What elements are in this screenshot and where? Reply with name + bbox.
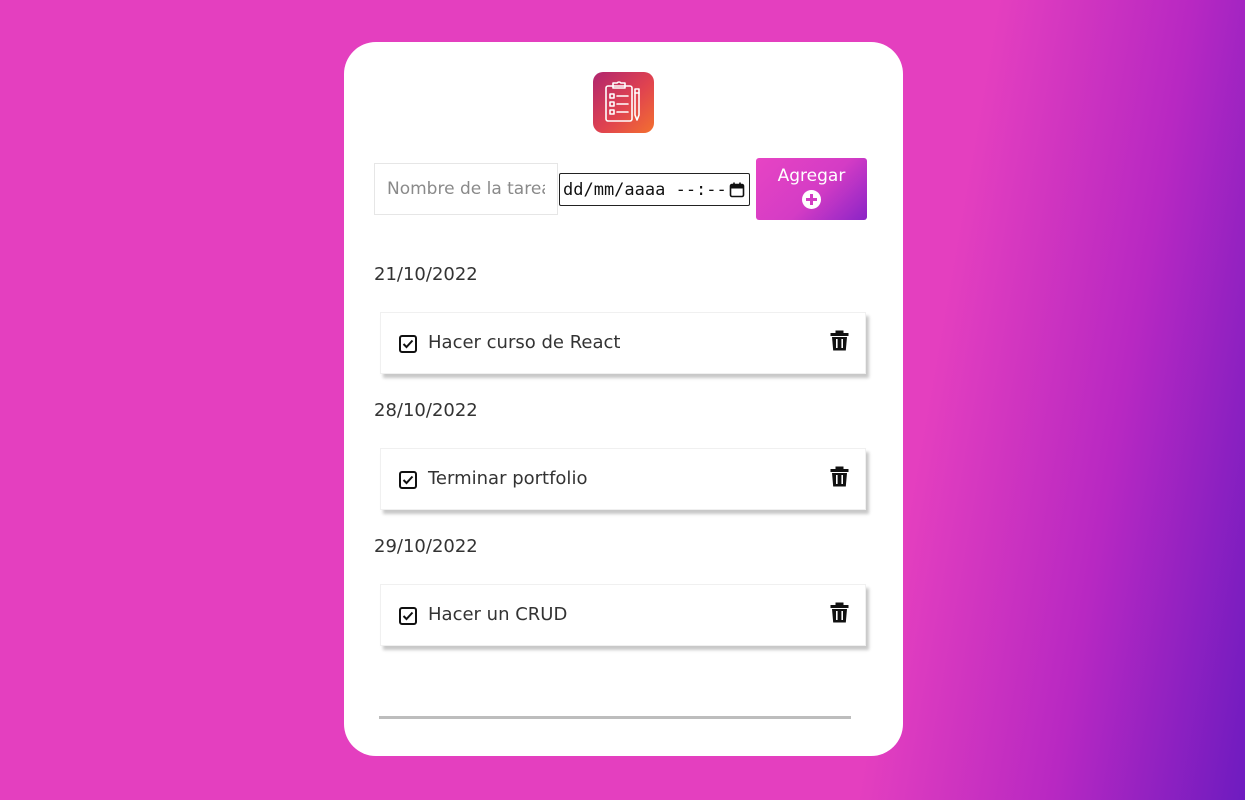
checkbox-checked-icon[interactable]: [399, 471, 417, 489]
group-date: 29/10/2022: [374, 536, 478, 557]
app-logo: [593, 72, 654, 133]
task-item: Hacer curso de React: [380, 312, 866, 374]
group-date: 21/10/2022: [374, 264, 478, 285]
clipboard-icon: [605, 81, 640, 122]
trash-icon[interactable]: [830, 330, 849, 351]
trash-icon[interactable]: [830, 466, 849, 487]
task-label: Hacer curso de React: [428, 332, 621, 353]
todo-card: dd/mm/aaaa --:-- Agregar 21/10/2022 Hace…: [344, 42, 903, 756]
add-button-label: Agregar: [777, 166, 846, 186]
checkbox-checked-icon[interactable]: [399, 607, 417, 625]
checkbox-checked-icon[interactable]: [399, 335, 417, 353]
date-time-input[interactable]: dd/mm/aaaa --:--: [559, 173, 750, 206]
group-date: 28/10/2022: [374, 400, 478, 421]
date-time-placeholder: dd/mm/aaaa --:--: [563, 179, 727, 200]
trash-icon[interactable]: [830, 602, 849, 623]
task-item: Hacer un CRUD: [380, 584, 866, 646]
task-label: Hacer un CRUD: [428, 604, 568, 625]
calendar-icon[interactable]: [729, 182, 745, 198]
task-name-input[interactable]: [374, 163, 558, 215]
plus-circle-icon: [802, 190, 821, 209]
add-task-button[interactable]: Agregar: [756, 158, 867, 220]
task-label: Terminar portfolio: [428, 468, 588, 489]
task-item: Terminar portfolio: [380, 448, 866, 510]
divider: [379, 716, 851, 719]
